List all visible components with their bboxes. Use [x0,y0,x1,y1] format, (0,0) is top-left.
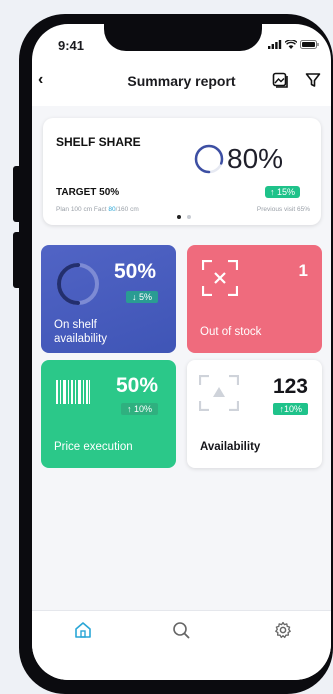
battery-icon [300,40,319,49]
availability-percent: 50% [114,260,157,283]
previous-visit: Previous visit 65% [256,206,310,213]
page-dot[interactable] [187,215,191,219]
shelf-share-ring [194,144,224,174]
out-of-stock-count: 1 [298,261,308,280]
search-icon[interactable] [172,621,190,639]
availability-count-label: Availability [200,441,261,453]
label-line: On shelf [54,319,97,331]
shelf-share-target: TARGET 50% [56,187,120,198]
availability-tile[interactable]: 123 ↑10% Availability [187,360,322,468]
shelf-share-heading: SHELF SHARE [56,135,141,149]
shelf-share-card[interactable]: SHELF SHARE 80% TARGET 50% ↑ 15% Plan 10… [43,118,321,225]
price-execution-tile[interactable]: 50% ↑ 10% Price execution [41,360,176,468]
page-dot-active[interactable] [177,215,181,219]
price-execution-percent: 50% [116,374,159,397]
label-line: availability [54,333,108,345]
availability-label: On shelf availability [54,318,107,346]
availability-count-delta-badge: ↑10% [273,403,308,415]
out-of-stock-tile[interactable]: 1 Out of stock [187,245,322,353]
availability-count: 123 [272,375,308,398]
availability-ring [57,263,99,305]
settings-icon[interactable] [274,621,292,639]
plan-text: Plan 100 cm Fact [56,206,109,213]
out-of-stock-icon [202,260,238,296]
gallery-icon[interactable] [272,72,288,88]
home-icon[interactable] [74,621,92,639]
shelf-share-plan: Plan 100 cm Fact 80/160 cm [56,206,139,213]
status-time: 9:41 [58,38,85,53]
price-execution-label: Price execution [54,441,133,453]
notch [104,24,262,51]
availability-icon [199,375,239,411]
barcode-icon [56,380,90,404]
plan-total: /160 cm [115,206,139,213]
plan-fact-value: 80 [108,206,116,213]
bottom-tab-bar [32,610,331,680]
availability-delta-badge: ↓ 5% [126,291,159,303]
shelf-share-delta-badge: ↑ 15% [265,186,301,198]
app-header: ‹ Summary report [32,68,331,100]
shelf-share-percent: 80% [227,143,284,174]
report-content: SHELF SHARE 80% TARGET 50% ↑ 15% Plan 10… [32,106,331,626]
out-of-stock-label: Out of stock [200,326,262,338]
price-execution-delta-badge: ↑ 10% [121,403,159,415]
phone-screen: 9:41 ‹ Summary report SHELF SHARE 80% TA… [32,24,331,680]
on-shelf-availability-tile[interactable]: 50% ↓ 5% On shelf availability [41,245,176,353]
wifi-icon [285,40,297,49]
status-icons [268,40,319,49]
signal-icon [268,40,282,49]
filter-icon[interactable] [305,72,321,88]
